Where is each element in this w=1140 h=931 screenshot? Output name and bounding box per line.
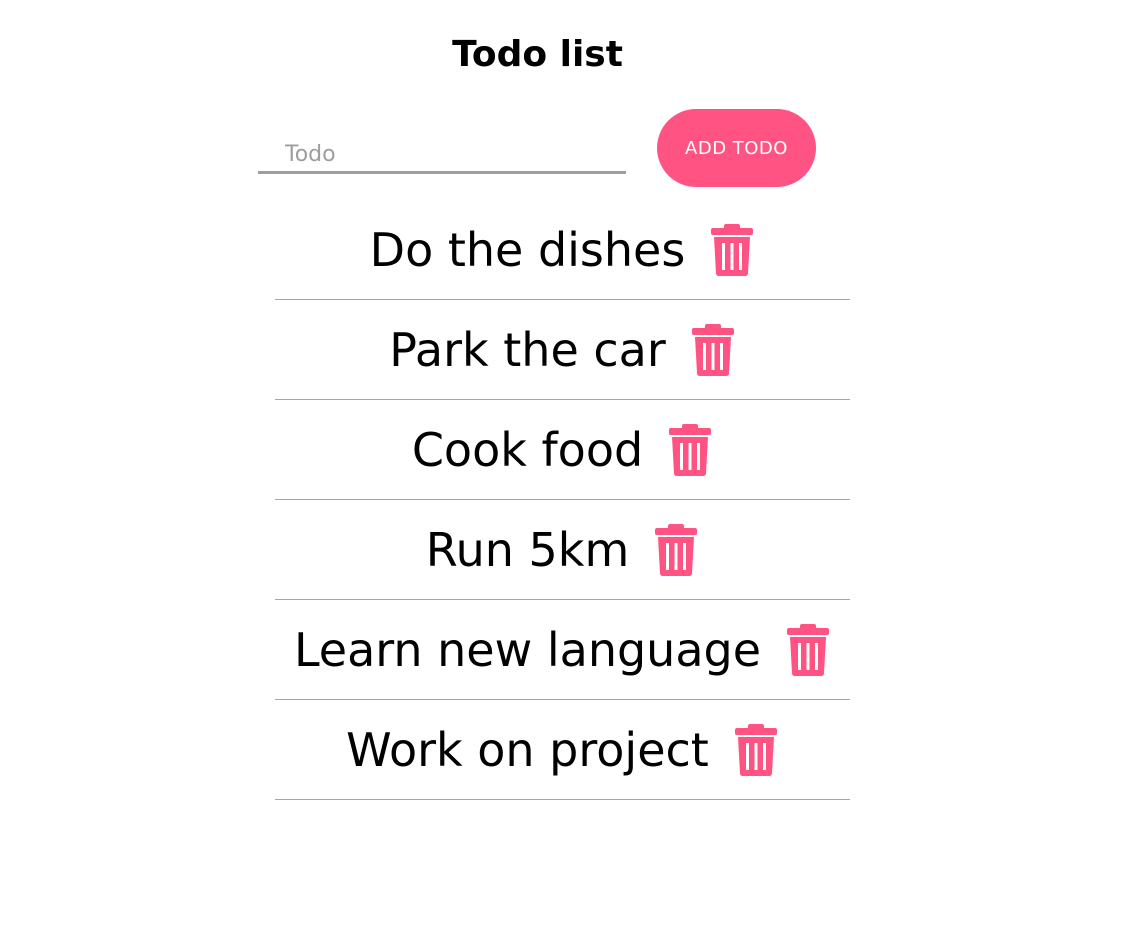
- todo-text: Learn new language: [293, 622, 762, 677]
- todo-text: Work on project: [346, 722, 709, 777]
- trash-icon[interactable]: [653, 523, 699, 576]
- list-item: Work on project: [275, 700, 850, 800]
- trash-icon[interactable]: [733, 723, 779, 776]
- trash-icon[interactable]: [785, 623, 831, 676]
- trash-icon[interactable]: [690, 323, 736, 376]
- list-item: Park the car: [275, 300, 850, 400]
- trash-icon[interactable]: [667, 423, 713, 476]
- todo-text: Run 5km: [425, 522, 630, 577]
- todo-text: Park the car: [389, 322, 666, 377]
- list-item: Run 5km: [275, 500, 850, 600]
- list-item: Cook food: [275, 400, 850, 500]
- list-item: Do the dishes: [275, 200, 850, 300]
- add-todo-button[interactable]: ADD TODO: [657, 109, 816, 187]
- list-item: Learn new language: [275, 600, 850, 700]
- todo-text: Cook food: [411, 422, 644, 477]
- todo-app: Todo list ADD TODO Do the dishes Park th…: [0, 0, 1140, 931]
- todo-input[interactable]: [258, 138, 626, 174]
- todo-list: Do the dishes Park the car Cook food Run…: [275, 200, 850, 800]
- todo-text: Do the dishes: [369, 222, 686, 277]
- trash-icon[interactable]: [709, 223, 755, 276]
- page-title: Todo list: [452, 34, 623, 75]
